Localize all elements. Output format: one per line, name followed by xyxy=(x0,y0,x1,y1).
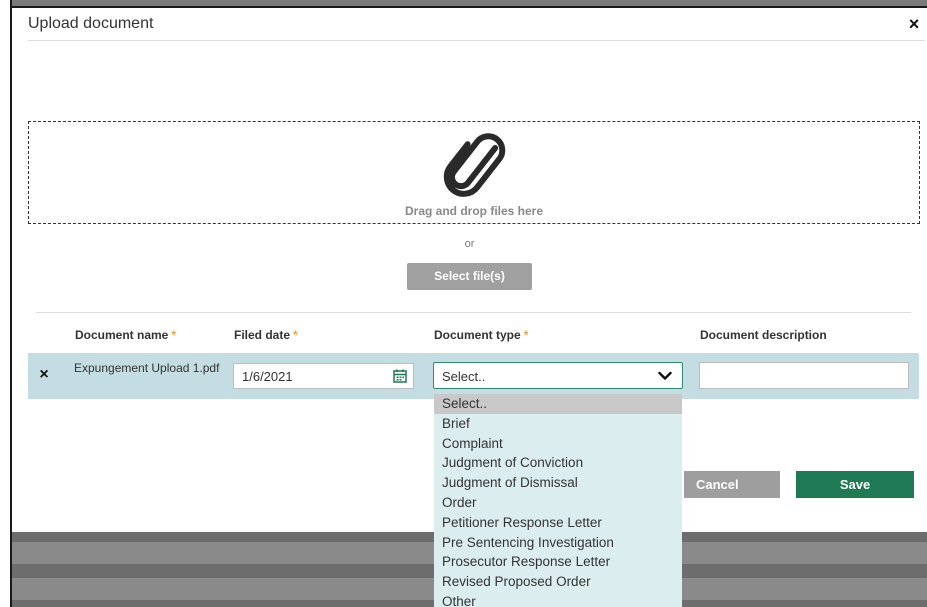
required-marker: * xyxy=(293,328,298,342)
column-header-document-type: Document type * xyxy=(434,328,528,342)
section-divider xyxy=(36,312,911,313)
dropdown-option[interactable]: Select.. xyxy=(434,394,682,414)
required-marker: * xyxy=(171,328,177,342)
remove-icon[interactable]: × xyxy=(36,366,52,384)
select-files-button[interactable]: Select file(s) xyxy=(407,263,532,290)
close-icon[interactable]: × xyxy=(905,14,923,34)
dropdown-option[interactable]: Prosecutor Response Letter xyxy=(434,552,682,572)
background-left-strip xyxy=(0,0,12,607)
calendar-icon[interactable] xyxy=(393,369,407,383)
dropdown-option[interactable]: Revised Proposed Order xyxy=(434,572,682,592)
filed-date-value: 1/6/2021 xyxy=(242,369,293,384)
dropdown-option[interactable]: Petitioner Response Letter xyxy=(434,513,682,533)
chevron-down-icon xyxy=(658,371,672,380)
dialog-header: Upload document × xyxy=(28,8,925,41)
column-header-label: Filed date xyxy=(234,328,291,342)
column-header-label: Document name xyxy=(75,328,169,342)
column-header-document-name: Document name * xyxy=(75,328,176,342)
dropdown-option[interactable]: Judgment of Dismissal xyxy=(434,473,682,493)
dropdown-option[interactable]: Brief xyxy=(434,414,682,434)
dropdown-option[interactable]: Complaint xyxy=(434,434,682,454)
column-header-filed-date: Filed date * xyxy=(234,328,298,342)
column-header-document-description: Document description xyxy=(700,328,827,342)
filed-date-input[interactable]: 1/6/2021 xyxy=(233,363,414,389)
dialog-title: Upload document xyxy=(28,15,154,32)
dropdown-option[interactable]: Pre Sentencing Investigation xyxy=(434,533,682,553)
dropdown-option[interactable]: Other xyxy=(434,592,682,607)
paperclip-icon xyxy=(443,133,506,197)
save-button[interactable]: Save xyxy=(796,471,914,498)
document-description-input[interactable] xyxy=(699,362,909,389)
table-row: × Expungement Upload 1.pdf 1/6/2021 Sele… xyxy=(28,353,919,399)
dropzone-label: Drag and drop files here xyxy=(404,204,544,218)
document-name-cell: Expungement Upload 1.pdf xyxy=(74,361,220,375)
cancel-button[interactable]: Cancel xyxy=(684,471,780,498)
dropdown-option[interactable]: Order xyxy=(434,493,682,513)
file-dropzone[interactable]: Drag and drop files here xyxy=(28,121,920,224)
required-marker: * xyxy=(523,328,529,342)
document-type-value: Select.. xyxy=(442,369,486,384)
dropdown-option[interactable]: Judgment of Conviction xyxy=(434,453,682,473)
document-type-dropdown-list: Select.. Brief Complaint Judgment of Convic… xyxy=(434,394,682,607)
document-type-select[interactable]: Select.. xyxy=(433,362,683,389)
or-separator: or xyxy=(464,238,475,250)
column-header-label: Document description xyxy=(700,328,827,342)
column-header-label: Document type xyxy=(434,328,521,342)
